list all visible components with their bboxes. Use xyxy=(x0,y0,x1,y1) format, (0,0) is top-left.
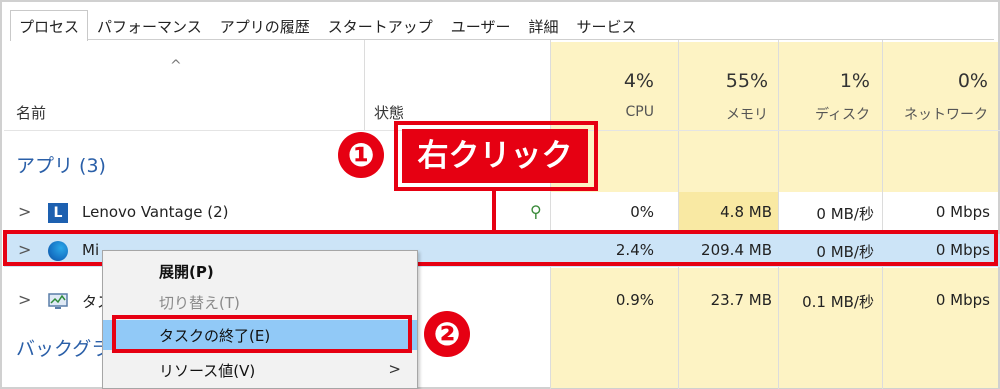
tab-app-history[interactable]: アプリの履歴 xyxy=(211,10,319,40)
disk-value: 0.1 MB/秒 xyxy=(802,293,874,311)
memory-value: 4.8 MB xyxy=(720,203,772,221)
right-click-callout: 右クリック xyxy=(402,129,588,183)
network-value: 0 Mbps xyxy=(935,291,990,309)
column-header-disk[interactable]: ディスク xyxy=(750,104,870,124)
cpu-total-percent[interactable]: 4% xyxy=(534,70,654,92)
network-value: 0 Mbps xyxy=(935,203,990,221)
menu-item-label: リソース値(V) xyxy=(159,362,256,380)
tab-services[interactable]: サービス xyxy=(567,10,645,40)
network-total-percent[interactable]: 0% xyxy=(868,70,988,92)
sort-caret-icon: ^ xyxy=(170,58,182,74)
disk-value: 0 MB/秒 xyxy=(816,205,874,223)
tab-users[interactable]: ユーザー xyxy=(442,10,520,40)
menu-item-expand[interactable]: 展開(P) xyxy=(103,256,417,286)
group-row-background xyxy=(550,130,998,192)
lenovo-icon: L xyxy=(48,203,68,223)
tab-details[interactable]: 詳細 xyxy=(519,10,567,40)
tab-startup[interactable]: スタートアップ xyxy=(319,10,442,40)
step-1-badge: ❶ xyxy=(338,132,384,178)
end-task-highlight xyxy=(112,315,412,353)
column-separator[interactable] xyxy=(364,40,365,130)
task-manager-icon xyxy=(48,293,68,309)
leaf-icon: ⚲ xyxy=(530,202,542,221)
submenu-arrow-icon: > xyxy=(388,360,401,378)
tab-performance[interactable]: パフォーマンス xyxy=(88,10,211,40)
process-name: Lenovo Vantage (2) xyxy=(82,203,229,221)
cpu-value: 0.9% xyxy=(615,291,654,309)
expand-chevron-icon[interactable]: > xyxy=(18,290,31,309)
column-header-network[interactable]: ネットワーク xyxy=(868,104,988,124)
tab-processes[interactable]: プロセス xyxy=(10,10,89,41)
expand-chevron-icon[interactable]: > xyxy=(18,202,31,221)
column-header-status[interactable]: 状態 xyxy=(374,102,404,123)
callout-connector xyxy=(492,187,496,232)
disk-total-percent[interactable]: 1% xyxy=(750,70,870,92)
menu-item-resource-values[interactable]: リソース値(V) > xyxy=(103,355,417,385)
column-header-cpu[interactable]: CPU xyxy=(534,104,654,120)
group-title-apps: アプリ (3) xyxy=(16,155,106,177)
process-row-lenovo-vantage[interactable]: > L Lenovo Vantage (2) 0% 4.8 MB 0 MB/秒 … xyxy=(4,196,1000,229)
column-header-name[interactable]: 名前 xyxy=(16,102,46,123)
tab-bar: プロセス パフォーマンス アプリの履歴 スタートアップ ユーザー 詳細 サービス xyxy=(10,10,994,41)
menu-item-switch-to: 切り替え(T) xyxy=(159,294,240,312)
step-2-badge: ❷ xyxy=(424,311,470,357)
group-title-background: バックグラ xyxy=(16,338,111,360)
memory-value: 23.7 MB xyxy=(710,291,772,309)
cpu-value: 0% xyxy=(630,203,654,221)
